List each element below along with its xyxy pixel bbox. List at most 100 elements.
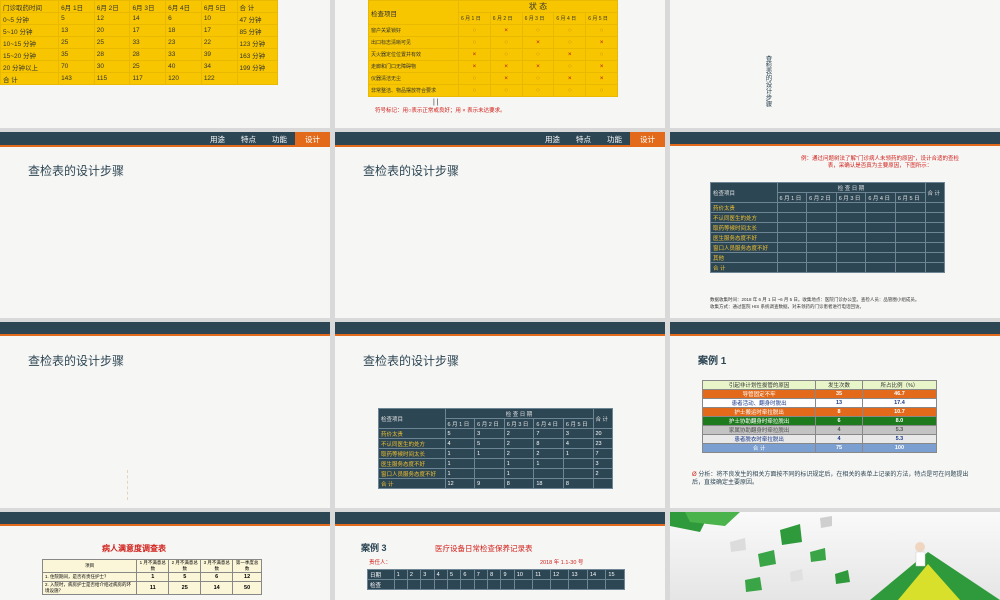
column-header: 所占比例（%）: [861, 380, 938, 390]
slide-thumbnail-3[interactable]: 查检表的设计步骤: [670, 0, 1000, 128]
nav-item-use[interactable]: 用途: [537, 132, 568, 147]
table-cell: 123 分钟: [236, 36, 278, 49]
table-row: 20 分钟以上 70 30 25 40 34 199 分钟: [0, 60, 278, 73]
table-cell: 22: [200, 36, 238, 49]
table-cell: 46.7: [861, 389, 938, 399]
header-bar: [670, 132, 1000, 146]
empty-cell: [406, 579, 422, 590]
status-mark: ○: [458, 24, 491, 37]
column-header: 合 计: [592, 408, 613, 429]
table-cell: 护士搬运时牵拉脱出: [701, 407, 817, 417]
column-header: 引起非计划性拔管的原因: [701, 380, 817, 390]
header-bar: [0, 322, 330, 336]
header-row: 引起非计划性拔管的原因 发生次数 所占比例（%）: [701, 380, 938, 390]
table-cell: 2: [592, 468, 613, 479]
status-mark: ○: [458, 36, 491, 49]
table-cell: 12: [232, 572, 262, 582]
table-cell: 2: [503, 448, 535, 459]
slide-thumbnail-8[interactable]: 查检表的设计步骤 检查项目检 查 日 期合 计6 月 1 日6 月 2 日6 月…: [335, 322, 665, 508]
column-header: 6 月 3 日: [503, 418, 535, 429]
case-title: 案例 3: [361, 543, 387, 553]
table-cell: 2: [533, 448, 564, 459]
nav-item-function[interactable]: 功能: [599, 132, 630, 147]
slide-thumbnail-12[interactable]: [670, 512, 1000, 600]
slide-title: 查检表的设计步骤: [28, 164, 125, 178]
empty-cell: [500, 579, 515, 590]
nav-item-design[interactable]: 设计: [630, 132, 665, 147]
status-mark: ○: [585, 24, 618, 37]
table-cell: 患者活动、翻身时脱出: [701, 398, 817, 408]
status-mark: ×: [489, 60, 523, 73]
empty-cell: [835, 232, 867, 243]
table-row: 窗口人员服务态度不好: [710, 242, 945, 253]
extubation-cause-table: 引起非计划性拔管的原因 发生次数 所占比例（%） 导管固定不牢 35 46.7 患者活动、翻…: [701, 380, 938, 453]
dashed-line: [127, 470, 128, 500]
column-header: 合 计: [236, 0, 278, 13]
empty-cell: [806, 202, 837, 213]
table-cell: 13: [58, 24, 95, 37]
empty-cell: [924, 222, 945, 233]
nav-item-feature[interactable]: 特点: [568, 132, 599, 147]
table-cell: 患者脱衣时牵拉脱出: [701, 434, 817, 444]
slide-thumbnail-4[interactable]: 用途 特点 功能 设计 查检表的设计步骤: [0, 132, 330, 318]
column-header: 状 态: [458, 0, 618, 13]
status-mark: ×: [458, 48, 491, 61]
slide-thumbnail-9[interactable]: 案例 1 引起非计划性拔管的原因 发生次数 所占比例（%） 导管固定不牢 35 46.7 患…: [670, 322, 1000, 508]
empty-cell: [776, 212, 808, 223]
table-cell: 4: [444, 438, 476, 449]
empty-cell: [865, 252, 896, 263]
table-cell: [236, 72, 278, 85]
status-mark: ×: [521, 60, 555, 73]
nav-item-function[interactable]: 功能: [264, 132, 295, 147]
status-mark: ×: [585, 72, 618, 85]
table-cell: 不认同医生的处方: [710, 212, 778, 223]
table-cell: 10: [200, 12, 238, 25]
nav-item-feature[interactable]: 特点: [233, 132, 264, 147]
empty-cell: [532, 579, 552, 590]
column-header: 6月 5日: [200, 0, 238, 13]
column-header: 合 计: [924, 182, 945, 203]
day-cell: 4: [433, 569, 449, 580]
table-cell: 12: [93, 12, 131, 25]
table-cell: 6: [815, 416, 863, 426]
table-cell: [474, 468, 505, 479]
slide-title: 查检表的设计步骤: [28, 354, 125, 368]
empty-cell: [924, 212, 945, 223]
status-mark: ○: [585, 84, 618, 97]
table-cell: 75: [815, 443, 863, 453]
slide-thumbnail-10[interactable]: 病人满意度调查表 项目 1 月不满意总数 2 月不满意总数 3 月不满意总数 第一季度总…: [0, 512, 330, 600]
table-cell: 6: [200, 572, 234, 582]
slide-thumbnail-6[interactable]: 例：通过问题树法了解"门诊病人未领药的原因"，设计合适的查检表，采确认是否真为主…: [670, 132, 1000, 318]
survey-title: 病人满意度调查表: [102, 544, 166, 553]
table-cell: 窗口人员服务态度不好: [378, 468, 446, 479]
table-cell: 5: [474, 438, 505, 449]
table-row: 取药等候时间太长: [710, 222, 945, 233]
table-cell: 20: [93, 24, 131, 37]
nav-item-design[interactable]: 设计: [295, 132, 330, 147]
column-header: 6 月 2 日: [806, 192, 837, 203]
column-header: 1 月不满意总数: [136, 559, 170, 573]
empty-cell: [894, 242, 926, 253]
table-row: 仪器清洁无尘 ○ × ○ × ×: [368, 72, 618, 85]
slide-thumbnail-2[interactable]: 检查项目状 态6 月 1 日6 月 2 日6 月 3 日6 月 4 日6 月 5…: [335, 0, 665, 128]
empty-cell: [894, 252, 926, 263]
column-header: 检 查 日 期: [776, 182, 926, 193]
slide-thumbnail-5[interactable]: 用途 特点 功能 设计 查检表的设计步骤: [335, 132, 665, 318]
slide-thumbnail-11[interactable]: 案例 3 医疗设备日常检查保养记录表 责任人： 2018 年 1.1-30 号 …: [335, 512, 665, 600]
table-cell: 合 计: [378, 478, 446, 489]
table-cell: 灭火器定位位置并有效: [368, 48, 459, 61]
column-header: 6 月 1 日: [458, 12, 491, 25]
slide-thumbnail-1[interactable]: 门诊取药时间 6月 1日 6月 2日 6月 3日 6月 4日 6月 5日合 计 0~5 分钟…: [0, 0, 330, 128]
slide-thumbnail-7[interactable]: 查检表的设计步骤: [0, 322, 330, 508]
case-title: 案例 1: [698, 356, 727, 367]
header-row: 日期 1 2 3 4 5 6 7 8 9 10 11 12 13 14 15: [367, 569, 625, 580]
table-row: 取药等候时间太长 1 1 2 2 1 7: [378, 448, 613, 459]
table-row: 窗户关紧锁好 ○ × ○ ○ ○: [368, 24, 618, 37]
header-bar: [670, 322, 1000, 336]
empty-cell: [865, 212, 896, 223]
table-cell: [562, 468, 594, 479]
table-cell: 医生服务态度不好: [378, 458, 446, 469]
table-cell: 25: [129, 60, 167, 73]
nav-item-use[interactable]: 用途: [202, 132, 233, 147]
empty-cell: [924, 242, 945, 253]
